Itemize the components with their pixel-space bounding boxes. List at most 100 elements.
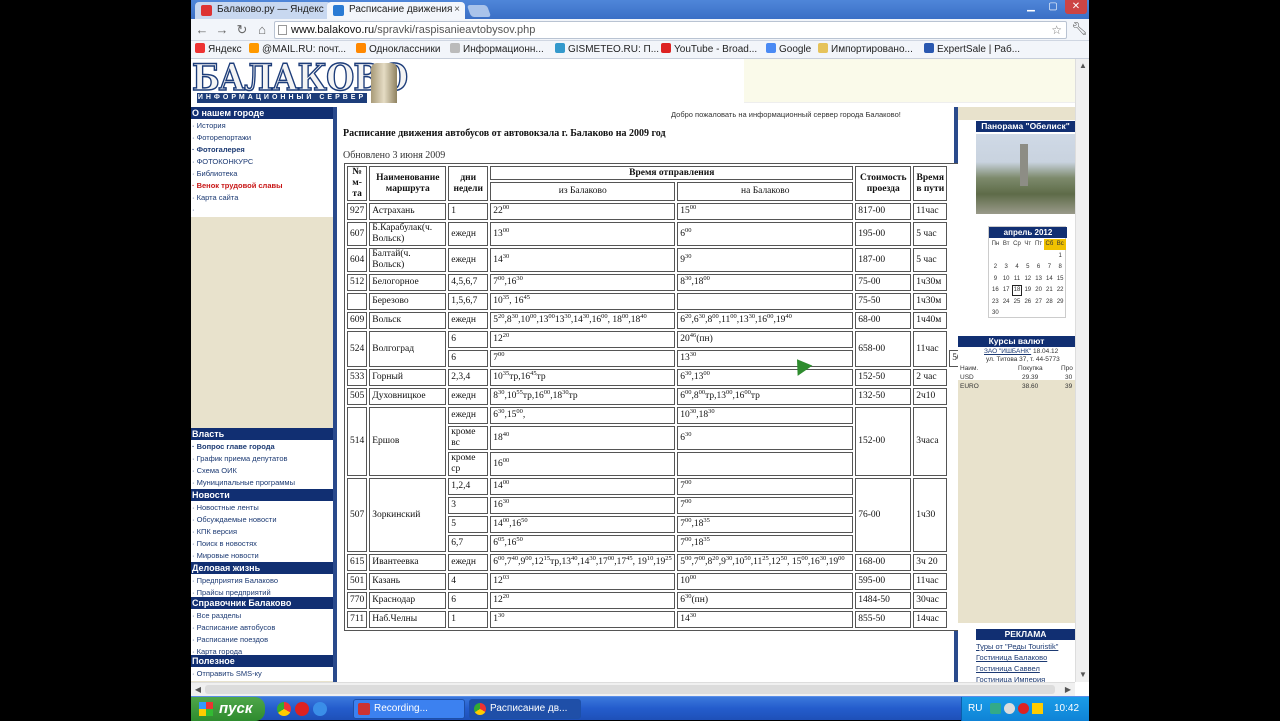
calendar-day[interactable]: 19	[1022, 285, 1033, 296]
bookmark-google[interactable]: Google	[766, 43, 811, 57]
menu-item[interactable]: · Предприятия Балаково	[192, 576, 278, 586]
menu-item[interactable]: · Расписание поездов	[192, 635, 268, 645]
wrench-icon[interactable]: 🔧︎	[1071, 21, 1088, 37]
calendar-day[interactable]: 5	[1022, 262, 1033, 273]
ad-link[interactable]: Гостиница Империя	[976, 674, 1045, 682]
menu-item[interactable]: · История	[192, 121, 226, 131]
calendar-day[interactable]: 11	[1012, 274, 1023, 285]
calendar-day[interactable]: 24	[1001, 297, 1012, 308]
menu-item[interactable]: · КПК версия	[192, 527, 237, 537]
tab-schedule[interactable]: Расписание движения ×	[327, 2, 465, 19]
menu-item[interactable]: · Отправить SMS-ку	[192, 669, 262, 679]
calendar-day[interactable]: 4	[1012, 262, 1023, 273]
calendar-day[interactable]: 27	[1033, 297, 1044, 308]
calendar-day[interactable]: 13	[1033, 274, 1044, 285]
minimize-button[interactable]: ▁	[1021, 0, 1041, 14]
calendar-day[interactable]: 26	[1022, 297, 1033, 308]
home-icon[interactable]: ⌂	[253, 21, 271, 39]
menu-item[interactable]: · Венок трудовой славы	[192, 181, 283, 191]
close-tab-icon[interactable]: ×	[454, 2, 460, 18]
menu-item[interactable]: · Фоторепортажи	[192, 133, 251, 143]
calendar-day[interactable]: 12	[1022, 274, 1033, 285]
horizontal-scrollbar[interactable]: ◀ ▶	[191, 682, 1075, 696]
calendar-day[interactable]: 29	[1055, 297, 1066, 308]
menu-item[interactable]: · Новостные ленты	[192, 503, 259, 513]
volume-icon[interactable]	[1004, 703, 1015, 714]
calendar-day[interactable]: 17	[1001, 285, 1012, 296]
bookmark-imported[interactable]: Импортировано...	[818, 43, 913, 57]
menu-item[interactable]: · Фотогалерея	[192, 145, 245, 155]
opera-tray-icon[interactable]	[1018, 703, 1029, 714]
scroll-left-icon[interactable]: ◀	[191, 683, 205, 697]
calendar-day[interactable]: 20	[1033, 285, 1044, 296]
maximize-button[interactable]: ▢	[1043, 0, 1063, 14]
bookmark-odnoklassniki[interactable]: Одноклассники	[356, 43, 440, 57]
scroll-right-icon[interactable]: ▶	[1061, 683, 1075, 697]
back-arrow-icon[interactable]: ←	[193, 21, 211, 39]
menu-item[interactable]: · Вопрос главе города	[192, 442, 275, 452]
forward-arrow-icon[interactable]: →	[213, 21, 231, 39]
calendar-day[interactable]: 18	[1011, 285, 1023, 296]
menu-item[interactable]: · Обсуждаемые новости	[192, 515, 277, 525]
calendar-day[interactable]: 15	[1055, 274, 1066, 285]
calendar-day[interactable]: 23	[990, 297, 1001, 308]
menu-item[interactable]: · График приема депутатов	[192, 454, 288, 464]
close-window-button[interactable]: ✕	[1065, 0, 1087, 14]
bookmark-star-icon[interactable]: ☆	[1051, 22, 1062, 38]
panorama-title[interactable]: Панорама "Обелиск"	[976, 121, 1075, 132]
reload-icon[interactable]: ↻	[233, 21, 251, 39]
bookmark-yandex[interactable]: Яндекс	[195, 43, 242, 57]
calendar-day[interactable]: 22	[1055, 285, 1066, 296]
bookmark-youtube[interactable]: YouTube - Broad...	[661, 43, 757, 57]
menu-item[interactable]: · Библиотека	[192, 169, 237, 179]
chrome-icon[interactable]	[277, 702, 291, 716]
bookmark-gismeteo[interactable]: GISMETEO.RU: П...	[555, 43, 659, 57]
tab-balakovo-yandex[interactable]: Балаково.ру — Яндекс	[195, 2, 331, 19]
calendar-day[interactable]: 10	[1001, 274, 1012, 285]
calendar-day[interactable]: 8	[1055, 262, 1066, 273]
menu-item[interactable]: · Схема ОИК	[192, 466, 237, 476]
panorama-photo[interactable]	[976, 134, 1075, 214]
bookmark-expertsale[interactable]: ExpertSale | Раб...	[924, 43, 1020, 57]
ad-link[interactable]: Туры от "Реды Touristik"	[976, 641, 1058, 652]
bookmark-mail[interactable]: @MAIL.RU: почт...	[249, 43, 346, 57]
bookmark-info[interactable]: Информационн...	[450, 43, 544, 57]
ad-link[interactable]: Гостиница Балаково	[976, 652, 1047, 663]
calendar-day[interactable]: 30	[990, 308, 1001, 319]
language-indicator[interactable]: RU	[968, 703, 982, 714]
calendar-day[interactable]: 14	[1044, 274, 1055, 285]
menu-item[interactable]: · Мировые новости	[192, 551, 259, 561]
address-bar[interactable]: www.balakovo.ru/spravki/raspisanieavtoby…	[274, 21, 1067, 39]
menu-item[interactable]: · Карта сайта	[192, 193, 238, 203]
menu-item[interactable]: · Муниципальные программы	[192, 478, 295, 488]
menu-item[interactable]: ·	[192, 205, 195, 215]
calendar-day[interactable]: 3	[1001, 262, 1012, 273]
menu-item[interactable]: · Поиск в новостях	[192, 539, 257, 549]
scroll-up-icon[interactable]: ▲	[1076, 59, 1089, 73]
menu-item[interactable]: · Все разделы	[192, 611, 241, 621]
ie-icon[interactable]	[313, 702, 327, 716]
opera-icon[interactable]	[295, 702, 309, 716]
calendar-day[interactable]: 28	[1044, 297, 1055, 308]
menu-item[interactable]: · Расписание автобусов	[192, 623, 275, 633]
start-button[interactable]: пуск	[191, 697, 265, 721]
calendar-day[interactable]: 9	[990, 274, 1001, 285]
task-recording[interactable]: Recording...	[353, 699, 465, 719]
calendar-day[interactable]: 16	[990, 285, 1001, 296]
calendar-day[interactable]: 2	[990, 262, 1001, 273]
new-tab-button[interactable]	[466, 5, 492, 17]
network-icon[interactable]	[990, 703, 1001, 714]
task-browser[interactable]: Расписание дв...	[469, 699, 581, 719]
vertical-scrollbar[interactable]: ▲ ▼	[1075, 59, 1089, 682]
warning-icon[interactable]	[1032, 703, 1043, 714]
calendar-day[interactable]: 7	[1044, 262, 1055, 273]
calendar-day[interactable]: 21	[1044, 285, 1055, 296]
site-logo[interactable]: БАЛАКОВО ИНФОРМАЦИОННЫЙ СЕРВЕР	[191, 59, 409, 105]
calendar-day[interactable]: 25	[1012, 297, 1023, 308]
calendar-day[interactable]: 6	[1033, 262, 1044, 273]
scroll-down-icon[interactable]: ▼	[1076, 668, 1089, 682]
menu-item[interactable]: · ФОТОКОНКУРС	[192, 157, 253, 167]
scroll-thumb[interactable]	[205, 685, 1055, 694]
calendar-day[interactable]: 1	[1055, 251, 1066, 262]
ad-link[interactable]: Гостиница Саввел	[976, 663, 1040, 674]
